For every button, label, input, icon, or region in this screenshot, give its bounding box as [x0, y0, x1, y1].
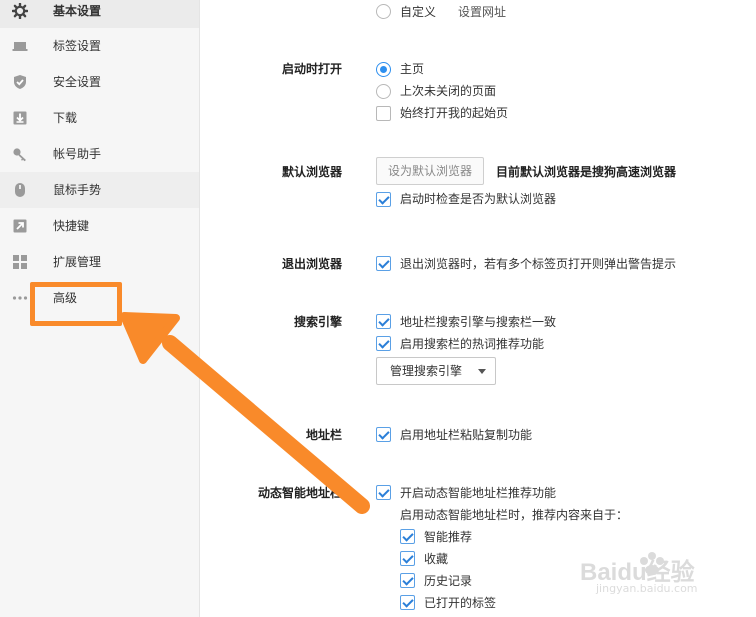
sidebar-item-label: 安全设置: [53, 75, 102, 89]
always-open-start-page-checkbox[interactable]: [376, 106, 391, 121]
chevron-down-icon: [478, 369, 486, 374]
sidebar-item-basic-settings[interactable]: 基本设置: [0, 0, 199, 28]
sidebar-item-tab-settings[interactable]: 标签设置: [0, 28, 199, 64]
startup-option-label: 上次未关闭的页面: [400, 84, 497, 98]
startup-option-label: 主页: [400, 62, 425, 76]
paste-copy-label: 启用地址栏粘贴复制功能: [400, 428, 533, 442]
sidebar-item-label: 下载: [53, 111, 78, 125]
mouse-icon: [15, 183, 25, 197]
check-default-on-start-checkbox[interactable]: [376, 192, 391, 207]
sidebar-item-account-assistant[interactable]: 帐号助手: [0, 136, 199, 172]
source-smart-recommend-checkbox[interactable]: [400, 529, 415, 544]
exit-browser-section-title: 退出浏览器: [282, 257, 343, 271]
check-default-on-start-label: 启动时检查是否为默认浏览器: [400, 192, 557, 206]
search-engine-sync-label: 地址栏搜索引擎与搜索栏一致: [400, 315, 557, 329]
extensions-grid-icon: [13, 255, 27, 269]
source-label: 智能推荐: [424, 530, 473, 544]
shield-check-icon: [14, 75, 26, 89]
sidebar-item-download[interactable]: 下载: [0, 100, 199, 136]
homepage-custom-radio[interactable]: [376, 4, 391, 19]
set-default-browser-button[interactable]: 设为默认浏览器: [376, 157, 484, 185]
source-label: 历史记录: [424, 574, 473, 588]
sidebar-item-security[interactable]: 安全设置: [0, 64, 199, 100]
exit-warning-checkbox[interactable]: [376, 256, 391, 271]
manage-search-engines-label: 管理搜索引擎: [390, 364, 463, 378]
startup-section-title: 启动时打开: [282, 62, 343, 76]
search-engine-sync-checkbox[interactable]: [376, 314, 391, 329]
set-url-link[interactable]: 设置网址: [458, 3, 506, 21]
smart-address-bar-checkbox[interactable]: [376, 485, 391, 500]
sidebar-item-label: 帐号助手: [53, 147, 102, 161]
more-dots-icon: [12, 296, 28, 300]
sidebar-item-extensions[interactable]: 扩展管理: [0, 244, 199, 280]
sidebar-item-label: 扩展管理: [53, 255, 102, 269]
sidebar-item-label: 基本设置: [53, 4, 102, 18]
paste-copy-checkbox[interactable]: [376, 427, 391, 442]
download-icon: [13, 111, 27, 125]
sidebar-item-label: 鼠标手势: [53, 183, 102, 197]
homepage-custom-label: 自定义: [400, 5, 437, 19]
settings-content: 自定义 设置网址 启动时打开 主页 上次未关闭的页面 始终打开我的起始页 默认浏…: [200, 0, 756, 617]
hot-words-checkbox[interactable]: [376, 336, 391, 351]
baidu-jingyan-watermark: Baidu经验 jingyan.baidu.com: [580, 548, 730, 598]
default-browser-status: 目前默认浏览器是搜狗高速浏览器: [496, 165, 677, 179]
sidebar-item-label: 快捷键: [53, 219, 90, 233]
smart-source-description: 启用动态智能地址栏时，推荐内容来自于：: [400, 508, 629, 522]
shortcut-arrow-icon: [13, 219, 27, 233]
annotation-highlight-box: [30, 282, 122, 326]
source-favorites-checkbox[interactable]: [400, 551, 415, 566]
startup-homepage-radio[interactable]: [376, 62, 391, 77]
sidebar-item-label: 标签设置: [53, 39, 102, 53]
gear-icon: [12, 3, 28, 19]
source-open-tabs-checkbox[interactable]: [400, 595, 415, 610]
sidebar-item-shortcuts[interactable]: 快捷键: [0, 208, 199, 244]
default-browser-section-title: 默认浏览器: [282, 165, 343, 179]
watermark-url: jingyan.baidu.com: [596, 582, 698, 595]
hot-words-label: 启用搜索栏的热词推荐功能: [400, 337, 545, 351]
source-label: 已打开的标签: [424, 596, 497, 610]
source-history-checkbox[interactable]: [400, 573, 415, 588]
search-engine-section-title: 搜索引擎: [294, 315, 343, 329]
address-bar-section-title: 地址栏: [306, 428, 343, 442]
always-open-start-page-label: 始终打开我的起始页: [400, 106, 509, 120]
startup-last-session-radio[interactable]: [376, 84, 391, 99]
sidebar-item-mouse-gestures[interactable]: 鼠标手势: [0, 172, 199, 208]
source-label: 收藏: [424, 552, 449, 566]
exit-warning-label: 退出浏览器时，若有多个标签页打开则弹出警告提示: [400, 257, 677, 271]
manage-search-engines-dropdown[interactable]: 管理搜索引擎: [376, 357, 496, 385]
smart-address-bar-section-title: 动态智能地址栏: [258, 486, 343, 500]
key-icon: [13, 148, 26, 162]
laptop-icon: [12, 42, 28, 51]
smart-address-bar-label: 开启动态智能地址栏推荐功能: [400, 486, 557, 500]
